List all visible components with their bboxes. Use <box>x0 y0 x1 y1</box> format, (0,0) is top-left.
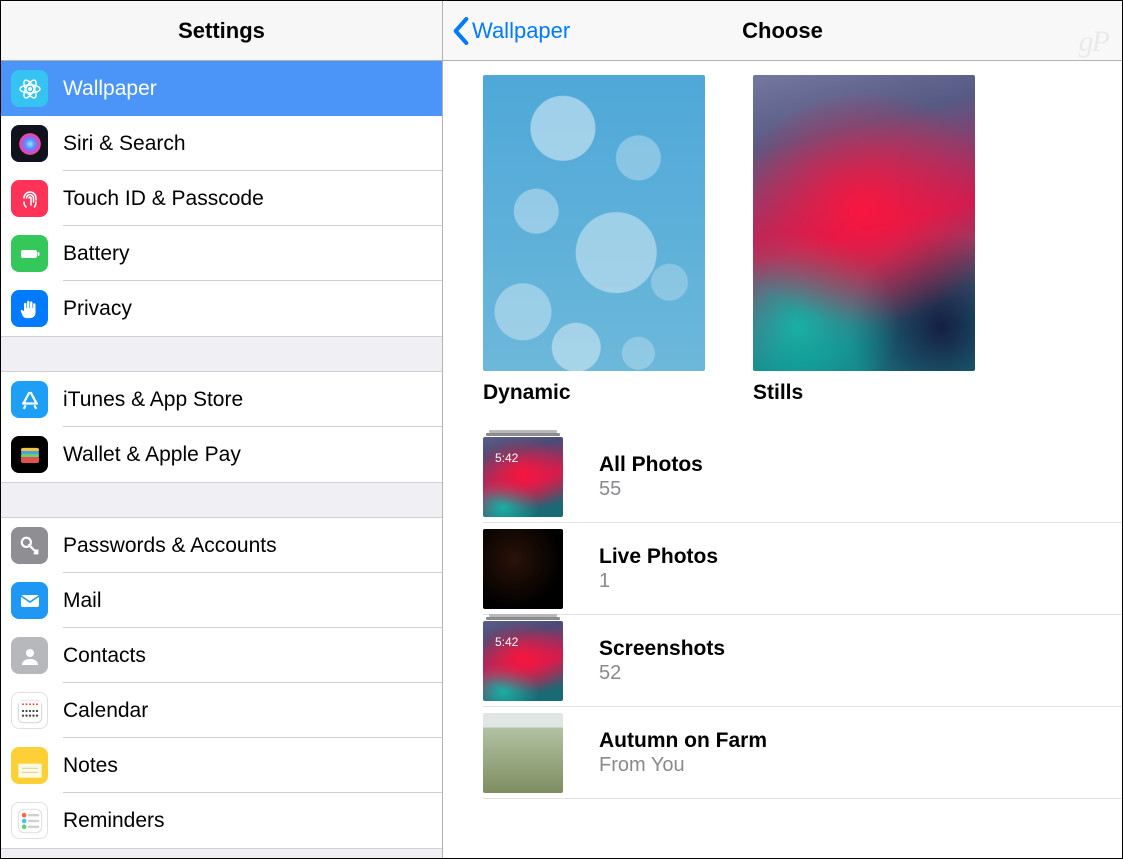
sidebar-item-contacts[interactable]: Contacts <box>1 628 442 683</box>
album-title: All Photos <box>599 453 703 477</box>
chevron-left-icon <box>453 17 469 45</box>
wallet-icon <box>11 436 48 473</box>
album-subtitle: 1 <box>599 570 718 593</box>
dynamic-thumbnail <box>483 75 705 371</box>
appstore-icon <box>11 381 48 418</box>
sidebar-item-label: Passwords & Accounts <box>63 534 277 558</box>
album-all[interactable]: 5:42 All Photos55 <box>483 431 1122 523</box>
sidebar-item-label: Battery <box>63 242 130 266</box>
thumb-time: 5:42 <box>495 635 518 649</box>
album-title: Live Photos <box>599 545 718 569</box>
detail-title: Choose <box>742 18 823 44</box>
detail-header: Wallpaper Choose <box>443 1 1122 61</box>
sidebar-item-siri[interactable]: Siri & Search <box>1 116 442 171</box>
album-live[interactable]: Live Photos1 <box>483 523 1122 615</box>
album-subtitle: 52 <box>599 662 725 685</box>
album-autumn[interactable]: Autumn on FarmFrom You <box>483 707 1122 799</box>
hand-icon <box>11 290 48 327</box>
category-label: Stills <box>753 381 975 405</box>
mail-icon <box>11 582 48 619</box>
album-thumbnail: 5:42 <box>483 621 563 701</box>
sidebar-item-label: Reminders <box>63 809 165 833</box>
sidebar-item-label: Touch ID & Passcode <box>63 187 264 211</box>
siri-icon <box>11 125 48 162</box>
wallpaper-category-stills[interactable]: Stills <box>753 75 975 405</box>
album-thumbnail <box>483 529 563 609</box>
back-label: Wallpaper <box>472 18 570 44</box>
sidebar-item-wallpaper[interactable]: Wallpaper <box>1 61 442 116</box>
thumb-time: 5:42 <box>495 451 518 465</box>
sidebar-item-wallet[interactable]: Wallet & Apple Pay <box>1 427 442 482</box>
sidebar-item-label: Mail <box>63 589 102 613</box>
category-label: Dynamic <box>483 381 705 405</box>
fingerprint-icon <box>11 180 48 217</box>
album-subtitle: From You <box>599 754 767 777</box>
sidebar-item-label: iTunes & App Store <box>63 388 243 412</box>
calendar-icon <box>11 692 48 729</box>
wallpaper-category-dynamic[interactable]: Dynamic <box>483 75 705 405</box>
sidebar-item-label: Privacy <box>63 297 132 321</box>
sidebar-item-mail[interactable]: Mail <box>1 573 442 628</box>
album-list: 5:42 All Photos55 Live Photos1 5:42 Screensh… <box>483 431 1122 799</box>
notes-icon <box>11 747 48 784</box>
sidebar-title: Settings <box>1 1 442 61</box>
sidebar-item-itunes[interactable]: iTunes & App Store <box>1 372 442 427</box>
detail-pane: Wallpaper Choose Dynamic Stills 5:42 All P… <box>443 1 1122 858</box>
album-thumbnail <box>483 713 563 793</box>
wallpaper-icon <box>11 70 48 107</box>
sidebar-item-label: Wallpaper <box>63 77 157 101</box>
album-shots[interactable]: 5:42 Screenshots52 <box>483 615 1122 707</box>
album-title: Screenshots <box>599 637 725 661</box>
detail-body: Dynamic Stills 5:42 All Photos55 Live Photo… <box>443 61 1122 858</box>
back-button[interactable]: Wallpaper <box>453 1 570 61</box>
sidebar-item-battery[interactable]: Battery <box>1 226 442 281</box>
sidebar-item-calendar[interactable]: Calendar <box>1 683 442 738</box>
reminders-icon <box>11 802 48 839</box>
sidebar-item-label: Siri & Search <box>63 132 186 156</box>
stills-thumbnail <box>753 75 975 371</box>
key-icon <box>11 527 48 564</box>
sidebar-item-reminders[interactable]: Reminders <box>1 793 442 848</box>
sidebar-item-label: Notes <box>63 754 118 778</box>
album-thumbnail: 5:42 <box>483 437 563 517</box>
sidebar-item-notes[interactable]: Notes <box>1 738 442 793</box>
sidebar-item-label: Calendar <box>63 699 148 723</box>
sidebar-list[interactable]: Wallpaper Siri & Search Touch ID & Passcod… <box>1 61 442 858</box>
wallpaper-category-row: Dynamic Stills <box>483 75 1122 405</box>
album-subtitle: 55 <box>599 478 703 501</box>
sidebar-item-privacy[interactable]: Privacy <box>1 281 442 336</box>
sidebar-item-label: Wallet & Apple Pay <box>63 443 241 467</box>
sidebar-item-touchid[interactable]: Touch ID & Passcode <box>1 171 442 226</box>
sidebar-item-passwords[interactable]: Passwords & Accounts <box>1 518 442 573</box>
battery-icon <box>11 235 48 272</box>
settings-sidebar: Settings Wallpaper Siri & Search Touch ID … <box>1 1 443 858</box>
sidebar-item-label: Contacts <box>63 644 146 668</box>
contacts-icon <box>11 637 48 674</box>
album-title: Autumn on Farm <box>599 729 767 753</box>
